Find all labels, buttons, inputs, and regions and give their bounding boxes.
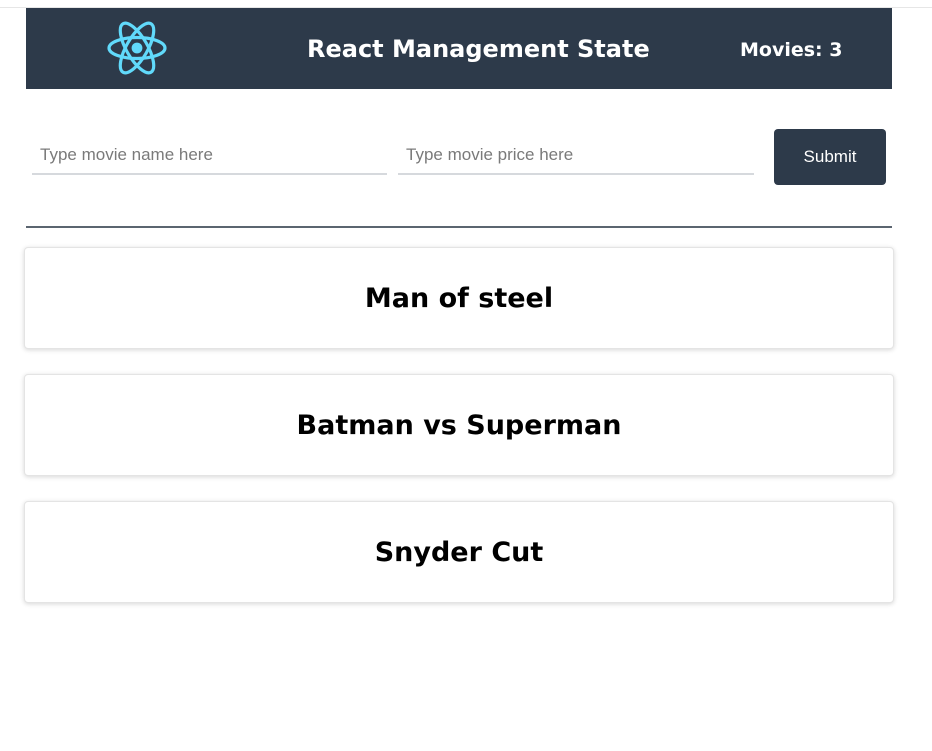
divider: [26, 226, 892, 228]
movie-count: Movies: 3: [740, 39, 843, 61]
movie-card: Man of steel: [24, 247, 894, 349]
movie-name-input[interactable]: [32, 137, 387, 175]
movie-title: Batman vs Superman: [296, 409, 622, 441]
react-atom-icon: [105, 16, 169, 80]
movie-title: Man of steel: [364, 282, 554, 314]
submit-button[interactable]: Submit: [774, 129, 886, 185]
app-title: React Management State: [307, 35, 650, 63]
movie-card: Batman vs Superman: [24, 374, 894, 476]
movie-title: Snyder Cut: [374, 536, 544, 568]
movie-price-input[interactable]: [398, 137, 754, 175]
movie-card: Snyder Cut: [24, 501, 894, 603]
navbar: React Management State Movies: 3: [26, 8, 892, 89]
